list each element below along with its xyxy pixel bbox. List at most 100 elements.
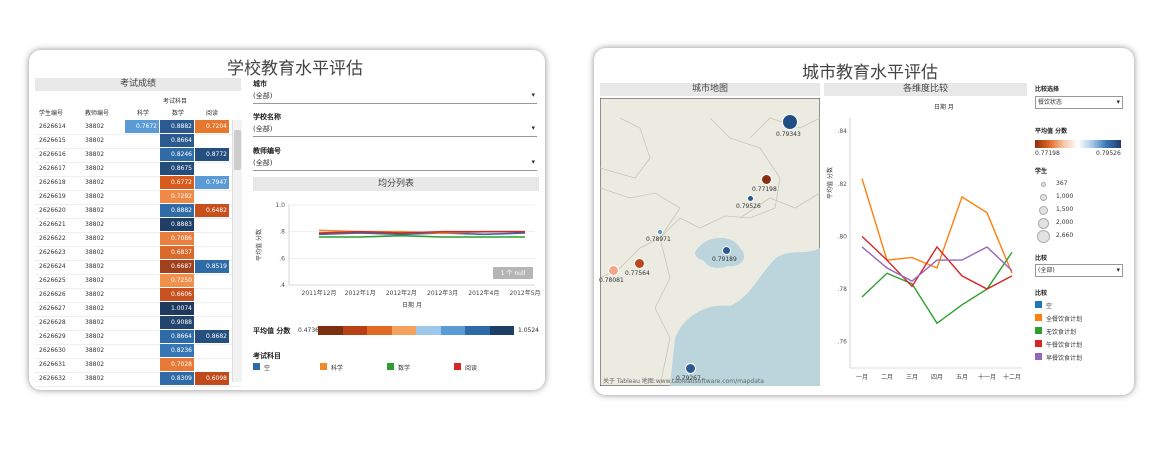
table-row[interactable]: 2626615 38802 0.8664 — [35, 134, 241, 149]
avg-color-segment — [391, 326, 416, 335]
teacher-id-cell: 38802 — [85, 319, 105, 326]
student-id-cell: 2626614 — [39, 123, 66, 130]
read-score-cell — [195, 288, 229, 301]
series-line-2 — [319, 234, 525, 238]
math-score-cell: 0.6687 — [160, 260, 194, 273]
compare-line-chart: .84 .82 .80 .78 .76 一月 二月 三月 四月 五月 十一月 十二月 平均值 分数 — [826, 118, 1022, 381]
sci-score-cell — [125, 344, 159, 357]
table-header: 考试成绩 — [35, 78, 241, 91]
student-id-cell: 2626628 — [39, 319, 66, 326]
teacher-id-cell: 38802 — [85, 193, 105, 200]
sci-score-cell: 0.7672 — [125, 120, 159, 133]
size-legend-circle — [1037, 217, 1049, 229]
x-tick-label: 2012年3月 — [427, 289, 458, 297]
map-city-marker[interactable] — [607, 264, 619, 276]
map-city-marker[interactable] — [633, 257, 645, 269]
compare-select-value: 餐饮状态 — [1038, 99, 1063, 106]
read-score-cell — [195, 162, 229, 175]
table-scrollbar[interactable] — [232, 120, 242, 382]
avg-legend-min: 0.4736 — [298, 327, 319, 334]
table-row[interactable]: 2626617 38802 0.8675 — [35, 162, 241, 177]
sci-score-cell — [125, 148, 159, 161]
avg-color-segment — [465, 326, 490, 335]
scrollbar-thumb[interactable] — [234, 130, 241, 170]
math-score-cell: 0.8675 — [160, 162, 194, 175]
y-tick-label: .80 — [837, 233, 847, 240]
student-id-cell: 2626624 — [39, 263, 66, 270]
sci-score-cell — [125, 358, 159, 371]
y-tick-label: .84 — [837, 128, 847, 135]
table-row[interactable]: 2626621 38802 0.8883 — [35, 218, 241, 233]
table-row[interactable]: 2626619 38802 0.7292 — [35, 190, 241, 205]
table-row[interactable]: 2626629 38802 0.8664 0.8682 — [35, 330, 241, 345]
map-city-marker[interactable] — [721, 245, 731, 255]
table-row[interactable]: 2626618 38802 0.6772 0.7947 — [35, 176, 241, 191]
size-legend-label: 1,000 — [1056, 193, 1074, 200]
student-id-cell: 2626632 — [39, 375, 66, 382]
series-line-3 — [318, 230, 525, 234]
table-row[interactable]: 2626630 38802 0.8236 — [35, 344, 241, 359]
legend-swatch — [1035, 314, 1042, 321]
math-score-cell: 0.8309 — [160, 372, 194, 385]
table-row[interactable]: 2626632 38802 0.8309 0.6098 — [35, 372, 241, 387]
teacher-id-cell: 38802 — [85, 305, 105, 312]
map-city-marker[interactable] — [760, 173, 772, 185]
legend-swatch — [454, 363, 461, 370]
table-row[interactable]: 2626616 38802 0.8246 0.8772 — [35, 148, 241, 163]
filter-city-select[interactable]: (全部) ▾ — [253, 91, 537, 104]
table-row[interactable]: 2626623 38802 0.6837 — [35, 246, 241, 261]
map-city-marker[interactable] — [782, 114, 798, 130]
table-row[interactable]: 2626626 38802 0.6606 — [35, 288, 241, 303]
y-tick-label: .82 — [837, 181, 847, 188]
table-row[interactable]: 2626622 38802 0.7086 — [35, 232, 241, 247]
filter-school-select[interactable]: (全部) ▾ — [253, 124, 537, 137]
size-legend-label: 2,660 — [1056, 232, 1074, 239]
read-score-cell: 0.8682 — [195, 330, 229, 343]
read-score-cell: 0.7947 — [195, 176, 229, 189]
avg-gradient-bar — [1035, 140, 1121, 148]
compare-select-label: 比较选择 — [1035, 86, 1060, 93]
y-tick-label: .78 — [837, 286, 847, 293]
read-score-cell — [195, 134, 229, 147]
table-row[interactable]: 2626628 38802 0.9088 — [35, 316, 241, 331]
math-score-cell: 0.8883 — [160, 218, 194, 231]
avg-legend-label: 平均值 分数 — [253, 327, 291, 335]
chart-header: 各维度比较 — [824, 83, 1027, 96]
table-row[interactable]: 2626631 38802 0.7028 — [35, 358, 241, 373]
table-row[interactable]: 2626624 38802 0.6687 0.8519 — [35, 260, 241, 275]
size-legend-circle — [1036, 229, 1050, 243]
x-tick-label: 五月 — [956, 374, 968, 381]
subject-group-header: 考试科目 — [163, 98, 188, 105]
filter-teacher-select[interactable]: (全部) ▾ — [253, 158, 537, 171]
teacher-id-cell: 38802 — [85, 123, 105, 130]
null-badge[interactable]: 1 个 null — [493, 267, 533, 279]
city-map[interactable] — [600, 98, 820, 386]
map-city-marker[interactable] — [746, 194, 754, 202]
x-tick-label: 2012年2月 — [386, 289, 417, 297]
student-id-cell: 2626620 — [39, 207, 66, 214]
filter-teacher-value: (全部) — [253, 159, 273, 167]
compare-select-dropdown[interactable]: 餐饮状态 ▾ — [1035, 96, 1123, 109]
read-score-cell — [195, 274, 229, 287]
legend-label: 空 — [264, 365, 271, 372]
compare-filter-label: 比较 — [1035, 255, 1048, 262]
compare-filter-dropdown[interactable]: (全部) ▾ — [1035, 264, 1123, 277]
table-row[interactable]: 2626625 38802 0.7250 — [35, 274, 241, 289]
legend-label: 早餐饮食计划 — [1046, 355, 1083, 362]
x-tick-label: 2011年12月 — [302, 289, 337, 297]
math-score-cell: 0.8246 — [160, 148, 194, 161]
map-city-marker[interactable] — [684, 362, 696, 374]
compare-filter-value: (全部) — [1038, 267, 1055, 274]
y-tick-label: .4 — [279, 282, 285, 289]
math-score-cell: 0.9088 — [160, 316, 194, 329]
math-score-cell: 0.8236 — [160, 344, 194, 357]
y-tick-label: .76 — [837, 339, 847, 346]
teacher-id-cell: 38802 — [85, 235, 105, 242]
table-row[interactable]: 2626620 38802 0.8882 0.6482 — [35, 204, 241, 219]
math-score-cell: 0.7028 — [160, 358, 194, 371]
filter-school-value: (全部) — [253, 125, 273, 133]
map-city-marker[interactable] — [657, 229, 663, 235]
teacher-id-cell: 38802 — [85, 179, 105, 186]
table-row[interactable]: 2626627 38802 1.0074 — [35, 302, 241, 317]
table-row[interactable]: 2626614 38802 0.7672 0.8882 0.7204 — [35, 120, 241, 135]
